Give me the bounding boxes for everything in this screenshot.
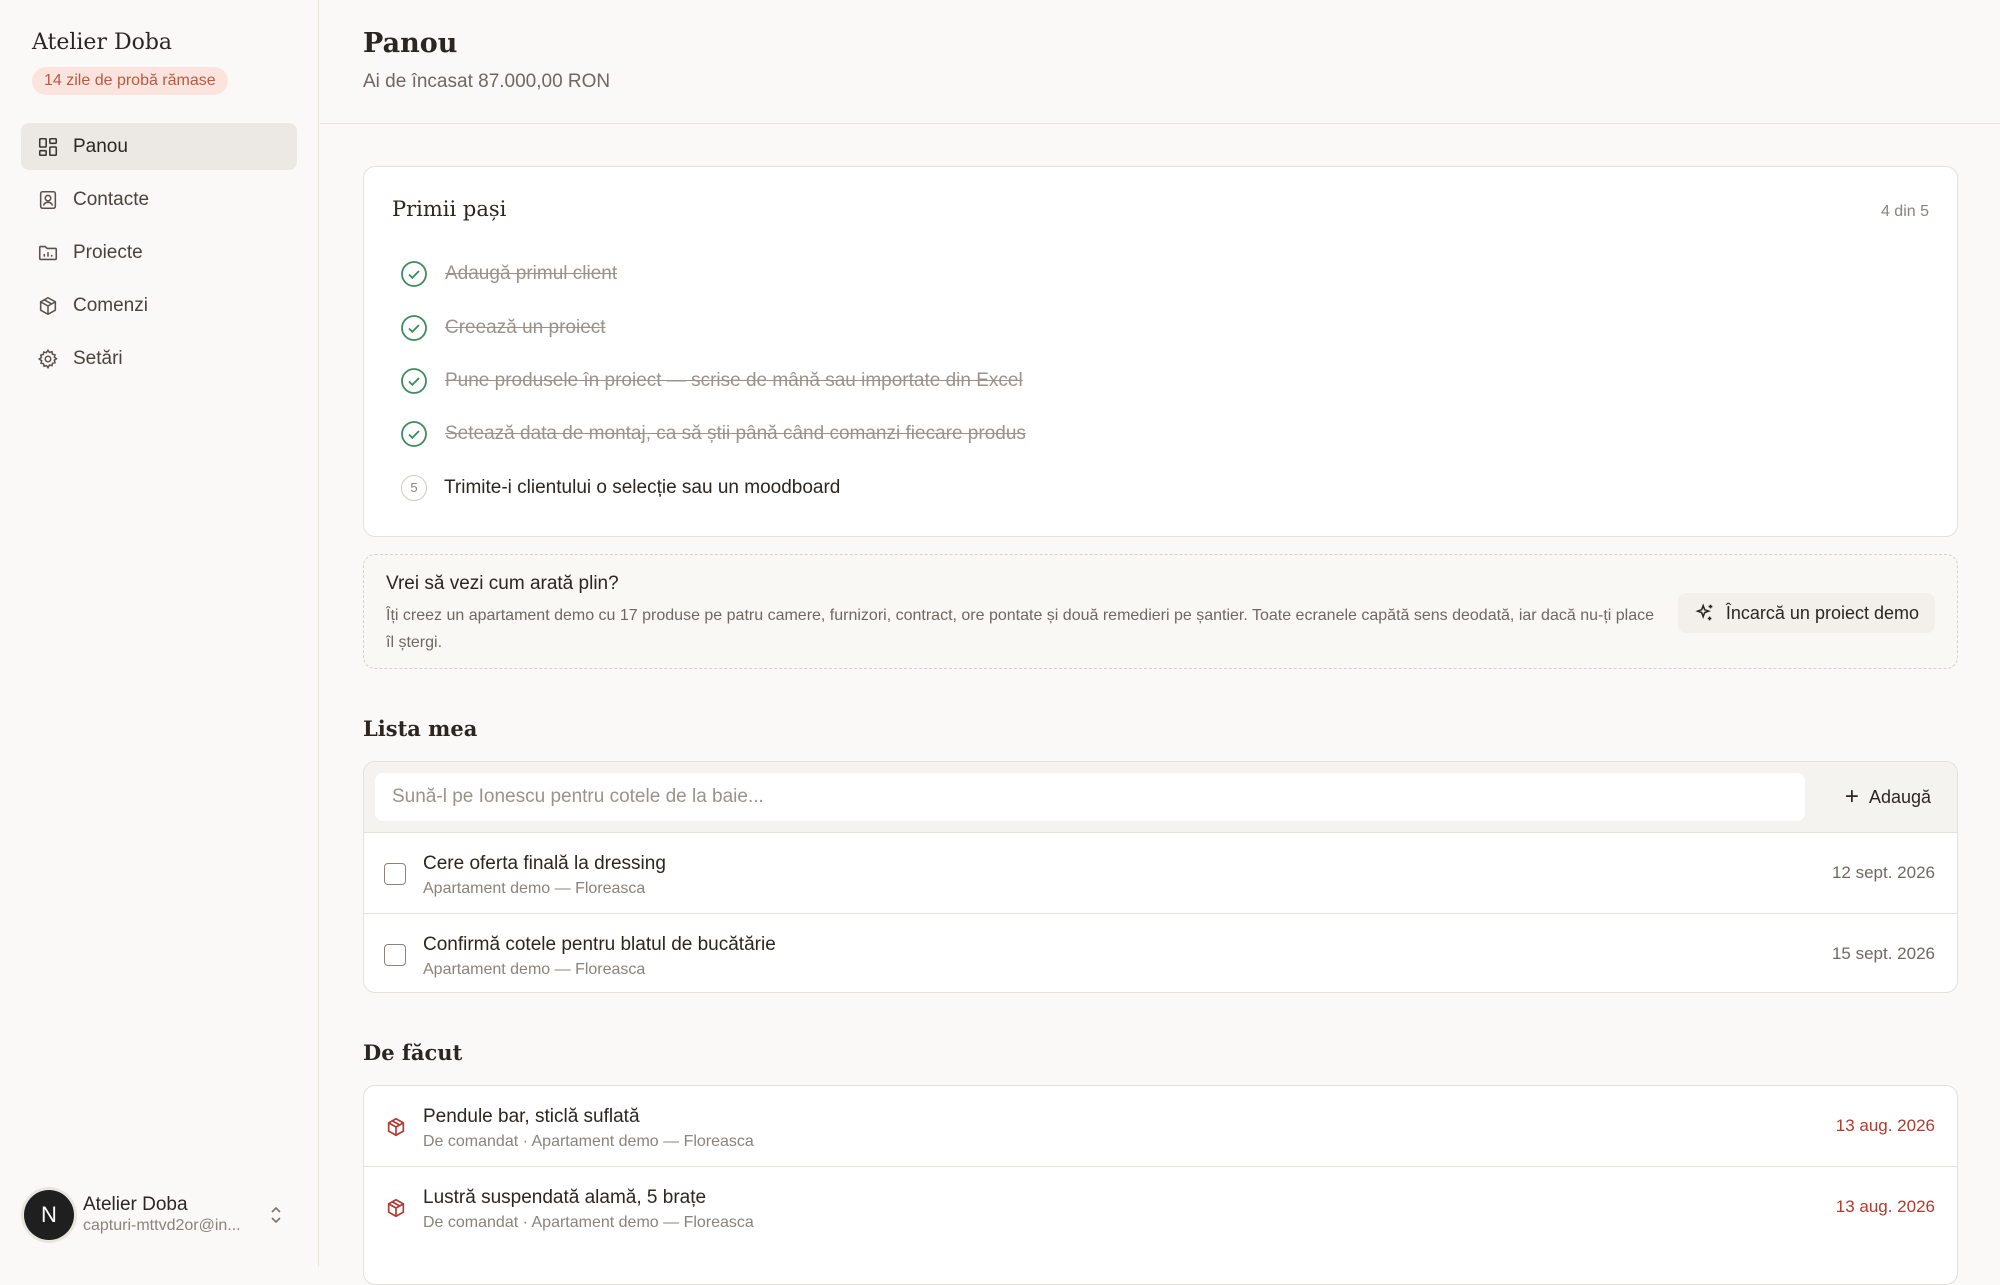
demo-title: Vrei să vezi cum arată plin? [386,573,619,594]
task-title: Confirmă cotele pentru blatul de bucătăr… [423,934,776,955]
package-icon [39,296,57,315]
plus-icon: + [1844,783,1859,810]
my-list-card: + Adaugă Cere oferta finală la dressing … [363,761,1958,993]
account-switcher[interactable]: N Atelier Doba capturi-mttvd2or@in... [24,1189,294,1241]
step-number: 5 [401,475,427,501]
check-circle-icon [401,421,427,447]
sidebar-item-label: Setări [73,347,123,369]
todo-item-date: 13 aug. 2026 [1835,1116,1935,1135]
contacts-icon [39,190,57,209]
list-item: Cere oferta finală la dressing Apartamen… [364,833,1957,914]
step-item[interactable]: Adaugă primul client [400,259,617,289]
account-name: Atelier Doba [83,1194,188,1215]
step-label: Adaugă primul client [445,263,618,284]
sidebar: Atelier Doba 14 zile de probă rămase Pan… [0,0,319,1266]
sidebar-item-label: Contacte [73,188,150,210]
step-item[interactable]: Creează un proiect [400,313,606,343]
todo-item-date: 13 aug. 2026 [1835,1197,1935,1216]
step-label: Setează data de montaj, ca să știi până … [445,423,1026,444]
sidebar-item-panou[interactable]: Panou [21,123,297,170]
task-title: Cere oferta finală la dressing [423,853,666,874]
todo-item-meta: De comandat · Apartament demo — Floreasc… [423,1133,754,1150]
load-demo-button[interactable]: Încarcă un proiect demo [1677,593,1935,633]
todo-title: De făcut [363,1040,463,1065]
step-item[interactable]: Setează data de montaj, ca să știi până … [400,419,1026,449]
demo-project-card: Vrei să vezi cum arată plin? Îți creez u… [363,554,1958,669]
trial-badge: 14 zile de probă rămase [32,67,228,95]
sidebar-nav: Panou Contacte Proiecte Comenzi Setări [21,123,297,388]
sidebar-item-label: Panou [73,135,128,157]
load-demo-label: Încarcă un proiect demo [1725,602,1919,623]
account-email: capturi-mttvd2or@in... [83,1217,241,1234]
chevron-up-down-icon [271,1206,281,1224]
list-item: Confirmă cotele pentru blatul de bucătăr… [364,914,1957,992]
folder-icon [38,245,58,260]
check-circle-icon [401,261,427,287]
sidebar-item-setari[interactable]: Setări [21,335,297,382]
demo-description: Îți creez un apartament demo cu 17 produ… [386,607,1655,651]
todo-card: Pendule bar, sticlă suflată De comandat … [363,1085,1958,1285]
task-project: Apartament demo — Floreasca [423,880,646,897]
page-header: Panou Ai de încasat 87.000,00 RON [320,0,2000,124]
first-steps-card: Primii pași 4 din 5 Adaugă primul client… [363,166,1958,537]
package-icon [387,1117,405,1137]
new-task-input[interactable] [375,773,1805,821]
task-project: Apartament demo — Floreasca [423,961,646,978]
sidebar-item-label: Proiecte [73,241,143,263]
step-label: Pune produsele în proiect — scrise de mâ… [445,370,1023,391]
page-subtitle: Ai de încasat 87.000,00 RON [363,71,611,92]
brand-name: Atelier Doba [32,30,173,55]
step-label: Trimite-i clientului o selecție sau un m… [444,477,841,498]
page-title: Panou [363,28,458,59]
check-circle-icon [401,315,427,341]
step-label: Creează un proiect [445,317,606,338]
todo-item-meta: De comandat · Apartament demo — Floreasc… [423,1214,754,1231]
sidebar-item-comenzi[interactable]: Comenzi [21,282,297,329]
todo-item-title: Lustră suspendată alamă, 5 brațe [423,1187,707,1208]
main-content: Panou Ai de încasat 87.000,00 RON Primii… [320,0,2000,1285]
package-icon [387,1198,405,1218]
task-checkbox[interactable] [384,944,406,966]
add-task-label: Adaugă [1868,786,1931,807]
task-date: 15 sept. 2026 [1831,944,1935,963]
check-circle-icon [401,368,427,394]
sidebar-item-proiecte[interactable]: Proiecte [21,229,297,276]
todo-item-title: Pendule bar, sticlă suflată [423,1106,640,1127]
avatar: N [24,1190,74,1240]
first-steps-progress: 4 din 5 [1880,203,1929,220]
add-task-bar: + Adaugă [364,762,1957,833]
sparkles-icon [1695,603,1713,621]
my-list-title: Lista mea [363,716,478,741]
gear-icon [37,348,58,369]
list-item[interactable]: Pendule bar, sticlă suflată De comandat … [364,1086,1957,1167]
sidebar-item-contacte[interactable]: Contacte [21,176,297,223]
step-item[interactable]: Pune produsele în proiect — scrise de mâ… [400,366,1023,396]
list-item[interactable]: Lustră suspendată alamă, 5 brațe De coma… [364,1167,1957,1248]
first-steps-title: Primii pași [392,197,507,221]
add-task-button[interactable]: + Adaugă [1830,776,1946,818]
task-date: 12 sept. 2026 [1831,863,1935,882]
step-item[interactable]: 5 Trimite-i clientului o selecție sau un… [400,473,840,503]
dashboard-icon [38,137,58,156]
task-checkbox[interactable] [384,863,406,885]
sidebar-item-label: Comenzi [73,294,148,316]
